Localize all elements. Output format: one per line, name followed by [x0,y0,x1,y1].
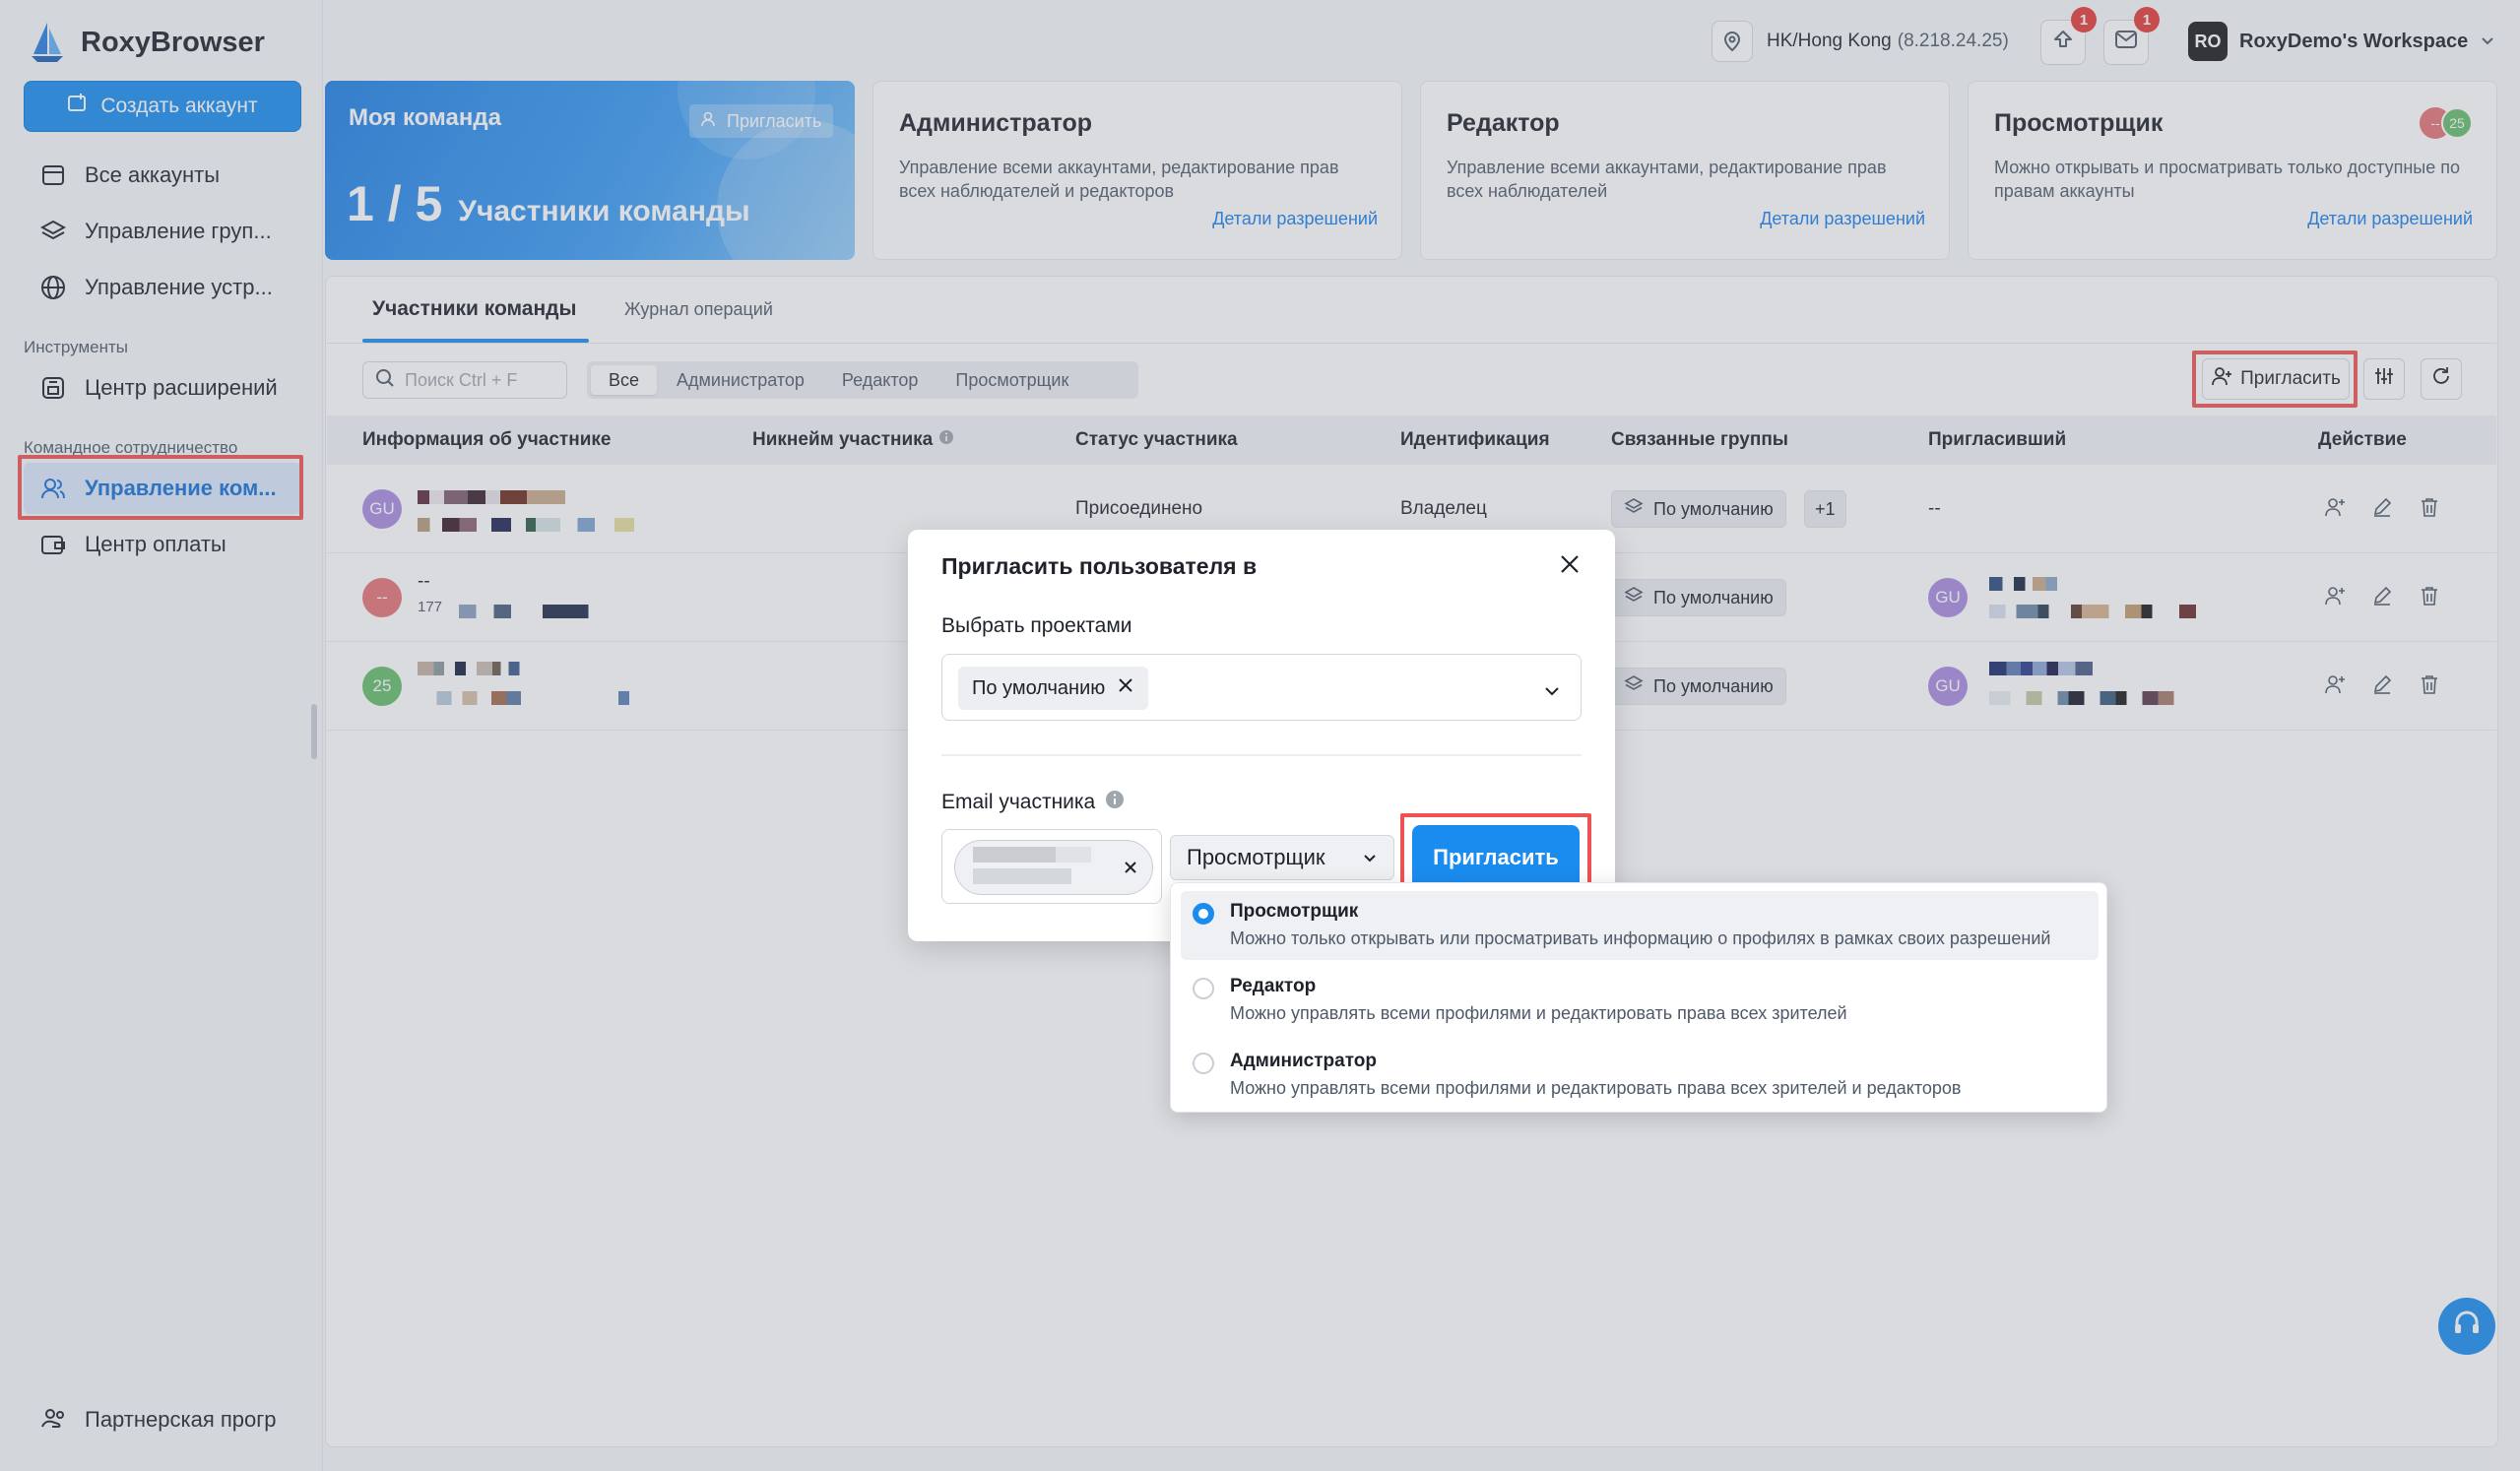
option-desc: Можно только открывать или просматривать… [1230,928,2051,948]
option-desc: Можно управлять всеми профилями и редакт… [1230,1078,1962,1098]
role-select-value: Просмотрщик [1187,845,1325,869]
modal-title: Пригласить пользователя в [941,553,1258,579]
radio-unselected[interactable] [1193,978,1214,999]
project-chip: По умолчанию [958,667,1149,710]
project-chip-label: По умолчанию [972,676,1106,699]
role-select[interactable]: Просмотрщик [1170,835,1394,880]
app-root: RoxyBrowser Создать аккаунт Все аккаунты… [0,0,2520,1471]
email-label: Email участника [941,791,1096,813]
option-title: Редактор [1230,976,1317,996]
radio-unselected[interactable] [1193,1053,1214,1074]
project-select[interactable]: По умолчанию [941,654,1582,721]
option-desc: Можно управлять всеми профилями и редакт… [1230,1003,1847,1023]
remove-chip-icon[interactable] [1117,676,1134,700]
redacted-text [973,847,1091,863]
radio-selected[interactable] [1193,903,1214,925]
info-icon[interactable] [1105,790,1125,815]
email-input[interactable] [941,829,1162,904]
role-dropdown-menu: Просмотрщик Можно только открывать или п… [1170,882,2107,1113]
email-chip [954,840,1153,895]
modal-divider [941,754,1582,756]
option-title: Просмотрщик [1230,901,1359,922]
close-button[interactable] [1554,551,1585,583]
role-option-admin[interactable]: Администратор Можно управлять всеми проф… [1181,1041,2099,1110]
role-option-viewer[interactable]: Просмотрщик Можно только открывать или п… [1181,891,2099,960]
close-icon [1559,553,1581,581]
redacted-text [973,868,1071,884]
remove-email-icon[interactable] [1123,859,1138,881]
chevron-down-icon [1362,845,1378,870]
chevron-down-icon [1543,680,1561,703]
email-label-row: Email участника [941,790,1125,815]
invite-modal: Пригласить пользователя в Выбрать проект… [908,530,1615,941]
projects-label: Выбрать проектами [941,614,1132,637]
option-title: Администратор [1230,1051,1377,1071]
role-option-editor[interactable]: Редактор Можно управлять всеми профилями… [1181,966,2099,1035]
